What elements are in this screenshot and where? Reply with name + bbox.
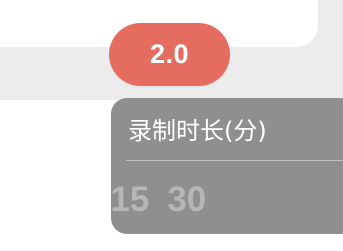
recording-duration-options: 5 10 15 30 [16,180,206,220]
duration-option-30[interactable]: 30 [167,180,206,220]
background-panel-left [0,100,120,251]
duration-option-15[interactable]: 15 [110,180,149,220]
app-screen: 2.0 录制时长(分) 5 10 15 30 [0,0,343,251]
recording-duration-title: 录制时长(分) [128,117,267,145]
popover-divider [126,160,343,161]
playback-speed-button[interactable]: 2.0 [109,23,230,86]
duration-option-10[interactable]: 10 [53,180,92,220]
duration-option-5[interactable]: 5 [16,180,35,220]
